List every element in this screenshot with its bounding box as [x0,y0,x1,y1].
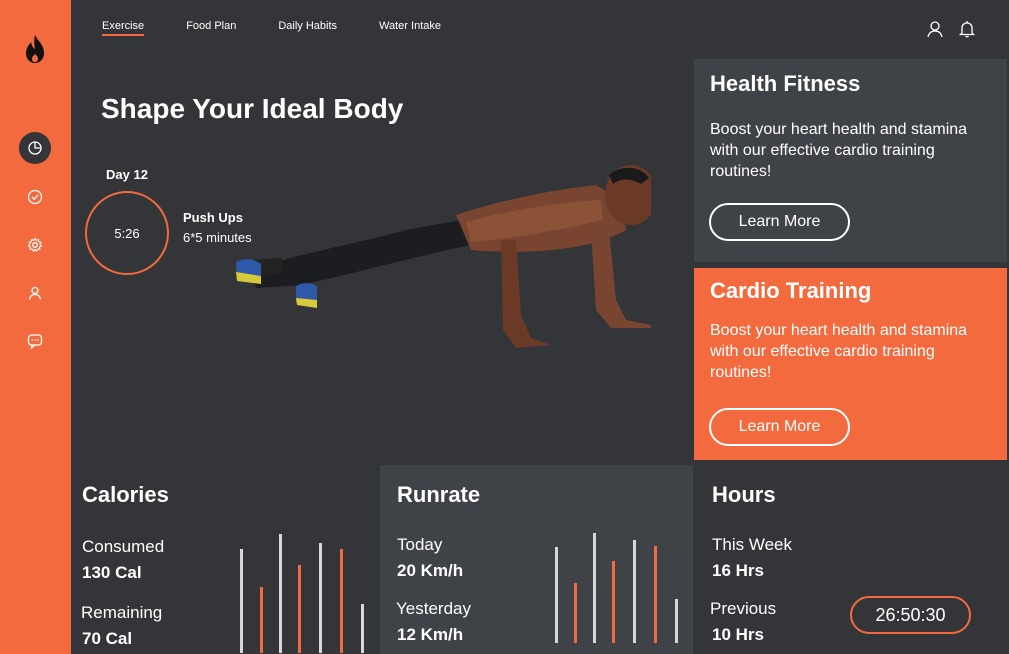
sidebar-item-chat[interactable] [19,325,51,357]
calories-panel: Calories Consumed 130 Cal Remaining 70 C… [71,465,380,654]
day-label: Day 12 [106,167,148,182]
gear-icon [27,237,43,253]
flame-icon[interactable] [22,34,48,64]
bar [593,533,596,643]
sidebar-item-tasks[interactable] [19,181,51,213]
panel-title: Hours [712,482,776,507]
bar [574,583,577,643]
user-icon [28,286,42,300]
previous-label: Previous [710,599,777,618]
nav-food-plan[interactable]: Food Plan [186,20,236,36]
learn-more-button[interactable]: Learn More [709,203,850,241]
main-content: Exercise Food Plan Daily Habits Water In… [71,0,1009,654]
pie-chart-icon [28,141,42,155]
yesterday-value: 12 Km/h [397,625,464,644]
bar [654,546,657,643]
this-week-label: This Week [712,535,792,554]
nav-daily-habits[interactable]: Daily Habits [278,20,337,36]
chat-icon [27,334,43,349]
nav-exercise[interactable]: Exercise [102,20,145,36]
bar [633,540,636,643]
card-title: Health Fitness [710,71,861,96]
runrate-bar-chart [555,533,678,643]
today-value: 20 Km/h [397,561,464,580]
card-text: Boost your heart health and stamina with… [710,322,968,381]
bar [361,604,364,653]
bar [240,549,243,653]
health-fitness-card: Health Fitness Boost your heart health a… [694,59,1007,262]
this-week-value: 16 Hrs [712,561,764,580]
total-time-badge: 26:50:30 [850,596,971,634]
sidebar-item-profile[interactable] [19,277,51,309]
previous-value: 10 Hrs [712,625,764,644]
bar [675,599,678,643]
today-label: Today [397,535,443,554]
bar [279,534,282,653]
athlete-pushup-image [236,165,651,348]
panel-title: Calories [82,482,169,507]
page-title: Shape Your Ideal Body [101,93,404,124]
remaining-label: Remaining [81,603,163,622]
hours-panel: Hours This Week 16 Hrs Previous 10 Hrs 2… [693,465,1009,654]
runrate-panel: Runrate Today 20 Km/h Yesterday 12 Km/h [380,465,693,654]
bar [555,547,558,643]
top-icons [926,20,976,38]
learn-more-button[interactable]: Learn More [709,408,850,446]
bar [612,561,615,643]
card-title: Cardio Training [710,278,872,303]
sidebar-item-settings[interactable] [19,229,51,261]
nav-water-intake[interactable]: Water Intake [379,20,441,36]
consumed-label: Consumed [82,537,165,556]
total-time-value: 26:50:30 [875,604,946,625]
timer-value: 5:26 [114,225,140,241]
top-nav: Exercise Food Plan Daily Habits Water In… [102,20,483,36]
workout-timer: 5:26 [85,191,169,275]
sidebar [0,0,71,654]
sidebar-item-dashboard[interactable] [19,132,51,164]
yesterday-label: Yesterday [396,599,471,618]
user-icon[interactable] [926,20,944,38]
bar [340,549,343,653]
cardio-training-card: Cardio Training Boost your heart health … [694,268,1007,460]
card-text: Boost your heart health and stamina with… [710,121,968,180]
bar [298,565,301,653]
calories-bar-chart [240,534,364,653]
remaining-value: 70 Cal [82,629,133,648]
check-circle-icon [27,189,43,205]
bell-icon[interactable] [958,20,976,38]
panel-title: Runrate [397,482,481,507]
consumed-value: 130 Cal [82,563,142,582]
bar [319,543,322,653]
bar [260,587,263,653]
